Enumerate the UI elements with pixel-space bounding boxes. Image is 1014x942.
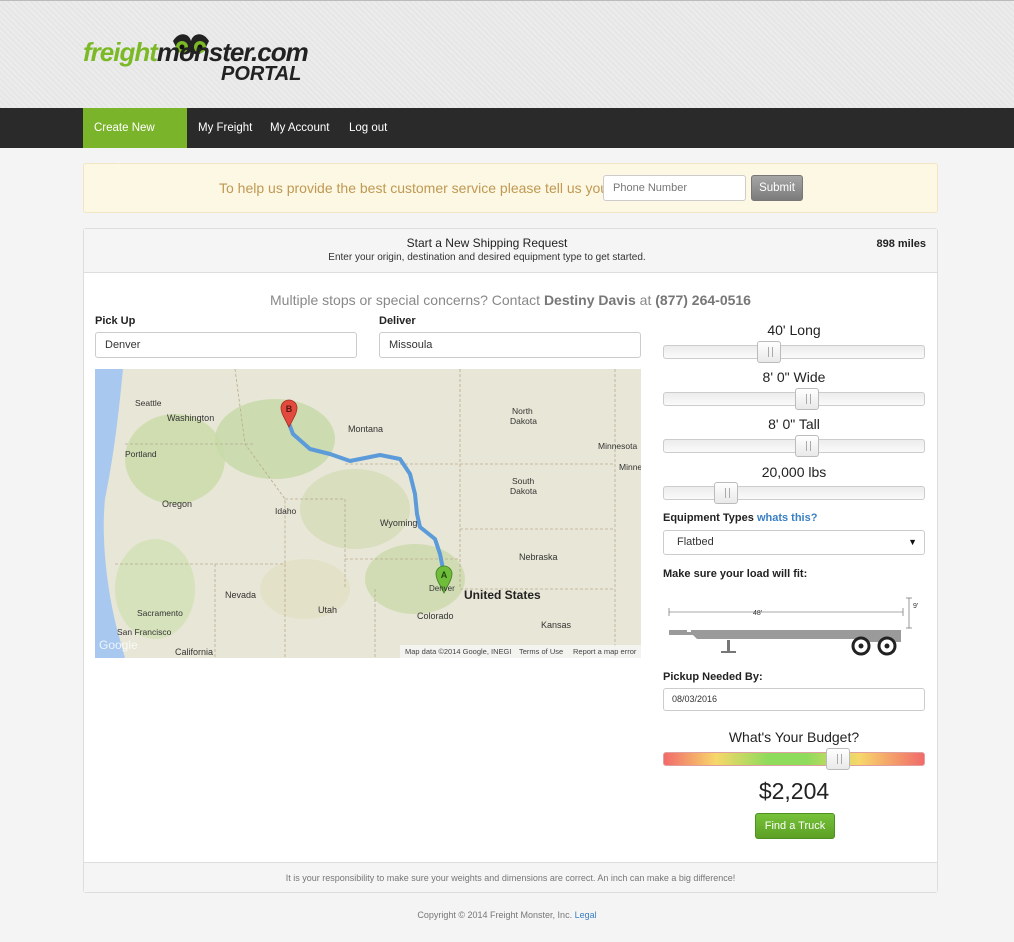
map-label-minnesota: Minnesota: [598, 441, 637, 451]
length-slider[interactable]: [663, 341, 925, 363]
map-label-oregon: Oregon: [162, 499, 192, 509]
width-slider[interactable]: [663, 388, 925, 410]
map-label-washington: Washington: [167, 413, 214, 423]
map-label-montana: Montana: [348, 424, 383, 434]
fit-label: Make sure your load will fit:: [663, 568, 808, 580]
panel-title: Start a New Shipping Request: [406, 236, 568, 250]
site-header: freightmonster.com PORTAL: [0, 0, 1014, 108]
weight-slider[interactable]: [663, 482, 925, 504]
shipping-request-panel: Start a New Shipping Request Enter your …: [83, 228, 938, 893]
map-label-north: North: [512, 406, 533, 416]
route-map[interactable]: B A Seattle Washington Portland Oregon I…: [95, 369, 641, 658]
weight-slider-handle[interactable]: [714, 482, 738, 504]
svg-text:9': 9': [913, 603, 918, 610]
alert-message: To help us provide the best customer ser…: [219, 180, 613, 196]
pickup-date-label: Pickup Needed By:: [663, 671, 763, 683]
contact-line: Multiple stops or special concerns? Cont…: [270, 292, 751, 308]
equipment-select[interactable]: Flatbed ▼: [663, 530, 925, 555]
map-label-united-states: United States: [464, 588, 541, 602]
map-label-utah: Utah: [318, 605, 337, 615]
map-report-link: Report a map error: [573, 647, 637, 656]
map-label-minn: Minne: [619, 462, 641, 472]
copyright: Copyright © 2014 Freight Monster, Inc. L…: [417, 910, 597, 920]
width-label: 8' 0" Wide: [762, 369, 826, 385]
equipment-types-label: Equipment Types whats this?: [663, 512, 818, 524]
main-nav: Create New Load My Freight My Account Lo…: [0, 108, 1014, 174]
flatbed-trailer-icon: 48' 9': [668, 597, 918, 656]
map-label-california: California: [175, 647, 213, 657]
map-label-south: South: [512, 476, 534, 486]
map-label-nebraska: Nebraska: [519, 552, 558, 562]
map-label-kansas: Kansas: [541, 620, 572, 630]
svg-text:48': 48': [753, 610, 762, 617]
map-label-idaho: Idaho: [275, 506, 297, 516]
map-label-nevada: Nevada: [225, 590, 256, 600]
panel-footer-note: It is your responsibility to make sure y…: [84, 862, 937, 892]
height-slider[interactable]: [663, 435, 925, 457]
nav-my-account[interactable]: My Account: [259, 108, 340, 148]
phone-number-input[interactable]: [603, 175, 746, 201]
height-label: 8' 0" Tall: [768, 416, 820, 432]
map-label-denver: Denver: [429, 584, 455, 593]
svg-text:B: B: [286, 404, 293, 414]
map-label-wyoming: Wyoming: [380, 518, 417, 528]
legal-link[interactable]: Legal: [575, 910, 597, 920]
map-canvas[interactable]: B A Seattle Washington Portland Oregon I…: [95, 369, 641, 658]
submit-phone-button[interactable]: Submit: [751, 175, 803, 201]
panel-header: Start a New Shipping Request Enter your …: [84, 229, 937, 273]
find-a-truck-button[interactable]: Find a Truck: [755, 813, 835, 839]
map-label-seattle: Seattle: [135, 398, 162, 408]
nav-log-out[interactable]: Log out: [338, 108, 398, 148]
svg-text:A: A: [441, 570, 448, 580]
deliver-input[interactable]: Missoula: [379, 332, 641, 358]
map-attribution: Map data ©2014 Google, INEGI: [405, 647, 511, 656]
deliver-label: Deliver: [379, 315, 416, 327]
phone-request-alert: To help us provide the best customer ser…: [83, 163, 938, 213]
whats-this-link[interactable]: whats this?: [757, 512, 818, 524]
pickup-label: Pick Up: [95, 315, 136, 327]
google-watermark: Google: [99, 638, 138, 652]
budget-amount: $2,204: [758, 778, 830, 804]
map-label-north-dakota: Dakota: [510, 416, 537, 426]
pickup-date-input[interactable]: 08/03/2016: [663, 688, 925, 711]
length-label: 40' Long: [767, 322, 821, 338]
nav-my-freight[interactable]: My Freight: [187, 108, 263, 148]
budget-slider[interactable]: [663, 748, 925, 770]
map-label-south-dakota: Dakota: [510, 486, 537, 496]
contact-phone: (877) 264-0516: [655, 292, 751, 308]
panel-subtitle: Enter your origin, destination and desir…: [328, 252, 646, 263]
map-label-portland: Portland: [125, 449, 157, 459]
map-label-colorado: Colorado: [417, 611, 454, 621]
pickup-input[interactable]: Denver: [95, 332, 357, 358]
budget-slider-handle[interactable]: [826, 748, 850, 770]
map-label-san-francisco: San Francisco: [117, 627, 172, 637]
weight-label: 20,000 lbs: [761, 464, 827, 480]
map-label-sacramento: Sacramento: [137, 608, 183, 618]
freightmonster-logo[interactable]: freightmonster.com PORTAL: [83, 23, 323, 87]
map-terms-link: Terms of Use: [519, 647, 563, 656]
chevron-down-icon: ▼: [908, 537, 917, 547]
width-slider-handle[interactable]: [795, 388, 819, 410]
logo-portal: PORTAL: [221, 63, 302, 85]
height-slider-handle[interactable]: [795, 435, 819, 457]
distance-badge: 898 miles: [876, 238, 926, 250]
contact-name: Destiny Davis: [543, 292, 636, 308]
budget-label: What's Your Budget?: [728, 729, 860, 745]
nav-create-new-load[interactable]: Create New Load: [83, 108, 187, 174]
length-slider-handle[interactable]: [757, 341, 781, 363]
